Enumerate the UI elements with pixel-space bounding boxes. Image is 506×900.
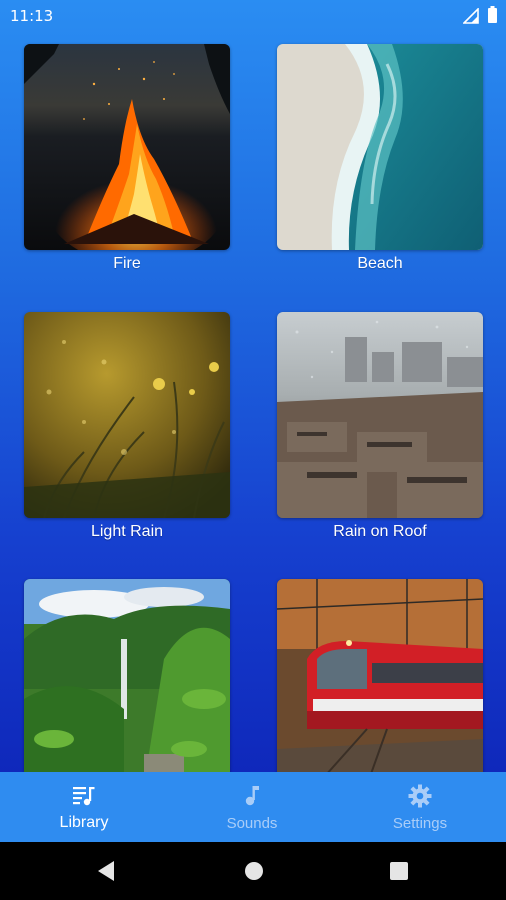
train-thumbnail[interactable] (277, 579, 483, 785)
nav-sounds[interactable]: Sounds (168, 772, 336, 842)
sound-tile-train[interactable] (277, 579, 483, 785)
tile-label: Fire (113, 255, 141, 272)
tile-label: Rain on Roof (333, 523, 427, 540)
recents-icon[interactable] (390, 862, 408, 880)
tile-label: Beach (357, 255, 403, 272)
beach-thumbnail[interactable] (277, 44, 483, 250)
nav-settings[interactable]: Settings (336, 772, 504, 842)
system-navigation-bar (0, 842, 506, 900)
waterfall-thumbnail[interactable] (24, 579, 230, 785)
signal-icon (463, 8, 479, 24)
sound-tile-rain-on-roof[interactable]: Rain on Roof (277, 312, 483, 540)
tile-label: Light Rain (90, 523, 164, 540)
library-music-icon (73, 787, 95, 806)
nav-label: Sounds (226, 815, 278, 832)
bottom-navigation: Library Sounds Settings (0, 772, 506, 842)
music-note-icon (245, 786, 259, 806)
nav-label: Settings (392, 815, 448, 832)
sound-tile-light-rain[interactable]: Light Rain (24, 312, 230, 540)
app-screen: 11:13 Fire Beach Light Rain Rain on Roof… (0, 0, 506, 900)
sound-tile-fire[interactable]: Fire (24, 44, 230, 272)
status-bar: 11:13 (0, 0, 506, 32)
status-time: 11:13 (10, 7, 54, 25)
rain-on-roof-thumbnail[interactable] (277, 312, 483, 518)
battery-icon (488, 6, 497, 23)
nav-label: Library (59, 814, 109, 831)
nav-library[interactable]: Library (0, 772, 168, 842)
home-icon[interactable] (244, 861, 264, 881)
sound-tile-beach[interactable]: Beach (277, 44, 483, 272)
back-icon[interactable] (96, 860, 116, 882)
light-rain-thumbnail[interactable] (24, 312, 230, 518)
gear-icon (408, 784, 432, 808)
sound-tile-waterfall[interactable] (24, 579, 230, 785)
fire-thumbnail[interactable] (24, 44, 230, 250)
